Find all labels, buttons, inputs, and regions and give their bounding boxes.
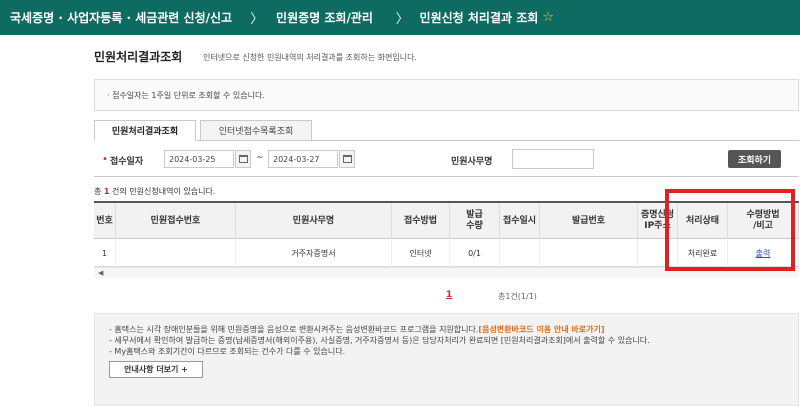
header-status: 처리상태 bbox=[678, 203, 728, 239]
cell-method: 인터넷 bbox=[392, 239, 450, 267]
print-link[interactable]: 출력 bbox=[728, 239, 799, 267]
cell-receipt-number bbox=[116, 239, 236, 267]
office-label: 민원사무명 bbox=[451, 157, 493, 167]
tab-bar: 민원처리결과조회 인터넷접수목록조회 bbox=[94, 120, 799, 141]
header-number: 번호 bbox=[94, 203, 116, 239]
cell-ip bbox=[638, 239, 678, 267]
info-box: · 접수일자는 1주일 단위로 조회할 수 있습니다. bbox=[94, 79, 799, 111]
cell-office-name: 거주자증명서 bbox=[236, 239, 392, 267]
breadcrumb-item-certificate-inquiry[interactable]: 민원증명 조회/관리 bbox=[268, 0, 391, 35]
cell-datetime bbox=[500, 239, 540, 267]
header-ip: 증명신청 IP주소 bbox=[638, 203, 678, 239]
notice-line-3: - My홈택스와 조회기간이 다르므로 조회되는 건수가 다를 수 있습니다. bbox=[109, 347, 346, 356]
header-datetime: 접수일시 bbox=[500, 203, 540, 239]
date-from-input[interactable]: 2024-03-25 bbox=[164, 150, 234, 168]
chevron-right-icon: 〉 bbox=[250, 12, 264, 27]
header-quantity: 발급 수량 bbox=[450, 203, 500, 239]
search-button[interactable]: 조회하기 bbox=[728, 150, 781, 168]
date-to-calendar-button[interactable] bbox=[339, 150, 355, 168]
result-table: 번호 민원접수번호 민원사무명 접수방법 발급 수량 접수일시 발급번호 증명신… bbox=[94, 201, 799, 278]
page-total: 총1건(1/1) bbox=[498, 292, 537, 301]
required-mark: • bbox=[102, 154, 108, 165]
info-text: · 접수일자는 1주일 단위로 조회할 수 있습니다. bbox=[107, 90, 265, 100]
breadcrumb-item-tax-certificate[interactable]: 국세증명 · 사업자등록 · 세금관련 신청/신고 bbox=[0, 0, 245, 35]
breadcrumb-item-result-inquiry[interactable]: 민원신청 처리결과 조회 ☆ bbox=[414, 0, 800, 35]
header-receive-method: 수령방법 /비고 bbox=[728, 203, 799, 239]
table-header: 번호 민원접수번호 민원사무명 접수방법 발급 수량 접수일시 발급번호 증명신… bbox=[94, 203, 799, 239]
date-to-input[interactable]: 2024-03-27 bbox=[268, 150, 338, 168]
tab-internet-receipt-list[interactable]: 인터넷접수목록조회 bbox=[200, 120, 312, 141]
page-current[interactable]: 1 bbox=[446, 290, 452, 300]
cell-issue-number bbox=[540, 239, 638, 267]
notice-line-2: - 세무서에서 확인하여 발급하는 증명(납세증명서(해외이주용), 사실증명,… bbox=[109, 336, 650, 345]
breadcrumb-label: 국세증명 · 사업자등록 · 세금관련 신청/신고 bbox=[10, 11, 233, 25]
star-icon[interactable]: ☆ bbox=[542, 10, 554, 25]
more-guide-button[interactable]: 안내사항 더보기 + bbox=[109, 361, 203, 378]
chevron-right-icon: 〉 bbox=[395, 12, 409, 27]
calendar-icon bbox=[342, 155, 352, 163]
date-from-calendar-button[interactable] bbox=[235, 150, 251, 168]
cell-status: 처리완료 bbox=[678, 239, 728, 267]
scroll-left-icon[interactable]: ◀ bbox=[98, 269, 103, 277]
tab-processing-result[interactable]: 민원처리결과조회 bbox=[94, 120, 196, 141]
count-number: 1 bbox=[103, 187, 110, 196]
notice-box: - 홈택스는 시각 장애인분들을 위해 민원증명을 음성으로 변환시켜주는 음성… bbox=[94, 313, 799, 406]
date-label: 접수일자 bbox=[110, 157, 144, 167]
result-count: 총 1 건의 민원신청내역이 있습니다. bbox=[94, 186, 215, 197]
page-description: 인터넷으로 신청한 민원내역의 처리결과를 조회하는 화면입니다. bbox=[203, 53, 417, 62]
breadcrumb-label: 민원신청 처리결과 조회 bbox=[419, 11, 539, 25]
breadcrumb: 국세증명 · 사업자등록 · 세금관련 신청/신고 〉 민원증명 조회/관리 〉… bbox=[0, 0, 800, 35]
count-prefix: 총 bbox=[94, 187, 102, 196]
search-form: • 접수일자 2024-03-25 ~ 2024-03-27 민원사무명 조회하… bbox=[94, 141, 799, 177]
horizontal-scrollbar[interactable]: ◀ bbox=[94, 267, 799, 278]
notice-text: - 홈택스는 시각 장애인분들을 위해 민원증명을 음성으로 변환시켜주는 음성… bbox=[109, 325, 479, 334]
header-office-name: 민원사무명 bbox=[236, 203, 392, 239]
breadcrumb-label: 민원증명 조회/관리 bbox=[276, 11, 373, 25]
header-issue-number: 발급번호 bbox=[540, 203, 638, 239]
date-separator: ~ bbox=[256, 153, 264, 163]
header-receipt-number: 민원접수번호 bbox=[116, 203, 236, 239]
notice-line-1: - 홈택스는 시각 장애인분들을 위해 민원증명을 음성으로 변환시켜주는 음성… bbox=[109, 324, 798, 335]
office-name-input[interactable] bbox=[512, 149, 594, 169]
cell-quantity: 0/1 bbox=[450, 239, 500, 267]
voice-barcode-link[interactable]: [음성변환바코드 이용 안내 바로가기] bbox=[478, 325, 604, 334]
header-method: 접수방법 bbox=[392, 203, 450, 239]
cell-number: 1 bbox=[94, 239, 116, 267]
count-suffix: 건의 민원신청내역이 있습니다. bbox=[112, 187, 216, 196]
table-row: 1 거주자증명서 인터넷 0/1 처리완료 출력 bbox=[94, 239, 799, 267]
page-title: 민원처리결과조회 bbox=[94, 50, 183, 64]
calendar-icon bbox=[238, 155, 248, 163]
